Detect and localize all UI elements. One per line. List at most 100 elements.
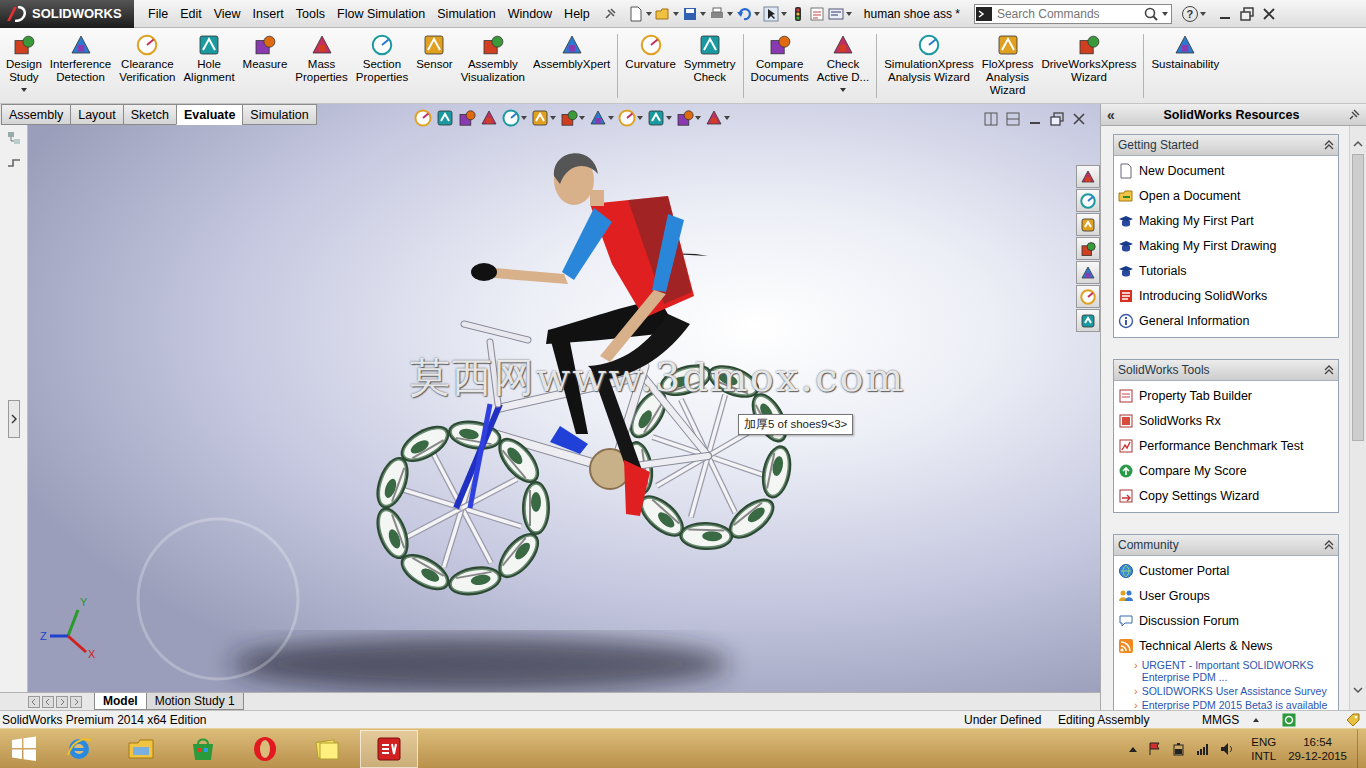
tray-icon[interactable] [1219,741,1235,757]
view-tool-icon[interactable] [414,109,432,127]
view-tool[interactable] [414,109,432,127]
task-pane-tab-icon[interactable] [1080,265,1096,281]
toolbar-button[interactable] [682,6,706,22]
toolbar-icon[interactable] [709,6,725,22]
resource-link[interactable]: General Information [1114,308,1338,333]
view-tool[interactable] [705,109,730,127]
command-button[interactable]: Sensor [412,34,456,71]
view-tool[interactable] [676,109,701,127]
menu-item[interactable]: Tools [290,7,331,21]
taskbar-app[interactable] [50,730,108,768]
command-button[interactable]: InterferenceDetection [46,34,115,84]
command-button[interactable]: SymmetryCheck [680,34,740,84]
task-pane-tab[interactable] [1076,309,1100,332]
command-button[interactable]: AssemblyVisualization [457,34,529,84]
view-tool[interactable] [589,109,614,127]
view-tool[interactable] [618,109,643,127]
command-button[interactable]: Sustainability [1147,34,1223,71]
task-pane-tab[interactable] [1076,189,1100,212]
command-tab[interactable]: Layout [70,104,124,125]
task-pane-tab-icon[interactable] [1080,217,1096,233]
dropdown-arrow-icon[interactable] [646,12,652,16]
dropdown-arrow-icon[interactable] [754,12,760,16]
view-tool-icon[interactable] [647,109,665,127]
command-button[interactable]: Curvature [621,34,680,71]
resource-link[interactable]: SolidWorks Rx [1114,408,1338,433]
dropdown-arrow-icon[interactable] [637,116,643,120]
scroll-thumb[interactable] [1352,154,1364,441]
resource-link[interactable]: Making My First Part [1114,208,1338,233]
command-button[interactable]: Measure [239,34,292,71]
command-button[interactable]: SimulationXpressAnalysis Wizard [880,34,977,84]
tile-icon[interactable] [1006,112,1020,126]
collapse-chevron-icon[interactable] [1324,365,1334,375]
menu-item[interactable]: Help [558,7,596,21]
view-tool[interactable] [480,109,498,127]
dropdown-arrow-icon[interactable] [695,116,701,120]
units-label[interactable]: MMGS [1202,713,1239,727]
model-tab[interactable]: Model [94,693,147,710]
tab-nav-icon[interactable] [56,696,68,708]
view-tool-icon[interactable] [676,109,694,127]
taskbar-app[interactable] [236,730,294,768]
panel-expand-tab[interactable] [8,400,20,438]
command-button[interactable]: AssemblyXpert [529,34,614,71]
resource-link[interactable]: Discussion Forum [1114,608,1338,633]
toolbar-button[interactable] [809,6,825,22]
start-icon[interactable] [10,735,38,763]
taskbar-app-icon[interactable] [313,735,341,763]
command-button[interactable]: ClearanceVerification [115,34,179,84]
taskbar-app-icon[interactable] [65,735,93,763]
view-tool[interactable] [436,109,454,127]
restore-icon[interactable] [1240,7,1254,21]
dropdown-arrow-icon[interactable] [666,116,672,120]
resource-link[interactable]: User Groups [1114,583,1338,608]
dropdown-arrow-icon[interactable] [550,116,556,120]
tab-nav-icon[interactable] [28,696,40,708]
view-tool-icon[interactable] [480,109,498,127]
section-header[interactable]: SolidWorks Tools [1114,360,1338,381]
task-pane-tab[interactable] [1076,261,1100,284]
restore-icon[interactable] [1050,112,1064,126]
taskbar-app-icon[interactable] [375,735,403,763]
tray-icon[interactable] [1195,741,1211,757]
command-tab[interactable]: Evaluate [176,104,243,125]
command-button[interactable]: HoleAlignment [179,34,238,84]
taskbar-app-icon[interactable] [251,735,279,763]
toolbar-icon[interactable] [809,6,825,22]
resource-link[interactable]: Copy Settings Wizard [1114,483,1338,508]
dropdown-arrow-icon[interactable] [21,88,27,92]
help-button[interactable]: ? [1182,6,1206,22]
menu-item[interactable]: Window [502,7,558,21]
view-tool[interactable] [560,109,585,127]
view-tool[interactable] [458,109,476,127]
toolbar-icon[interactable] [655,6,671,22]
command-button[interactable]: SectionProperties [352,34,412,84]
mate-icon[interactable] [6,154,22,170]
resource-link[interactable]: Technical Alerts & News [1114,633,1338,658]
command-tab[interactable]: Sketch [123,104,177,125]
tray-icon[interactable] [1147,741,1163,757]
command-button[interactable]: CheckActive D... [813,34,873,92]
resource-link[interactable]: Making My First Drawing [1114,233,1338,258]
toolbar-button[interactable] [790,6,806,22]
viewport[interactable]: 莫西网www.3dmox.com加厚5 of shoes9<3>YZX [28,104,1100,692]
view-tool-icon[interactable] [560,109,578,127]
toolbar-button[interactable] [736,6,760,22]
menu-item[interactable]: File [142,7,174,21]
command-button[interactable]: CompareDocuments [747,34,813,84]
view-tool-icon[interactable] [531,109,549,127]
toolbar-button[interactable] [655,6,679,22]
toolbar-icon[interactable] [682,6,698,22]
help-status-icon[interactable] [1282,713,1296,727]
dropdown-arrow-icon[interactable] [727,12,733,16]
toolbar-button[interactable] [763,6,787,22]
menu-item[interactable]: Simulation [431,7,501,21]
section-header[interactable]: Community [1114,535,1338,556]
minimize-icon[interactable] [1028,112,1042,126]
view-tool-icon[interactable] [436,109,454,127]
units-selector[interactable]: MMGS [1202,713,1282,727]
news-link[interactable]: ›Enterprise PDM 2015 Beta3 is available … [1114,698,1338,710]
dropdown-arrow-icon[interactable] [840,88,846,92]
dropdown-arrow-icon[interactable] [724,116,730,120]
